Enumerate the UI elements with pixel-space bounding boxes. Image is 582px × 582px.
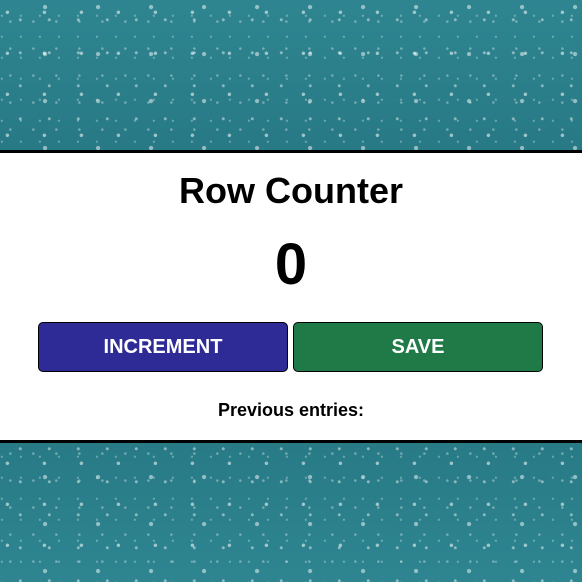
previous-entries-label: Previous entries: xyxy=(217,400,365,420)
save-button[interactable]: SAVE xyxy=(293,322,543,372)
page-title: Row Counter xyxy=(179,170,403,211)
water-background-top xyxy=(0,0,582,150)
counter-value: 0 xyxy=(274,232,308,297)
counter-panel: Row Counter 0 INCREMENT SAVE Previous en… xyxy=(0,150,582,443)
water-background-bottom xyxy=(0,443,582,582)
increment-button[interactable]: INCREMENT xyxy=(38,322,288,372)
